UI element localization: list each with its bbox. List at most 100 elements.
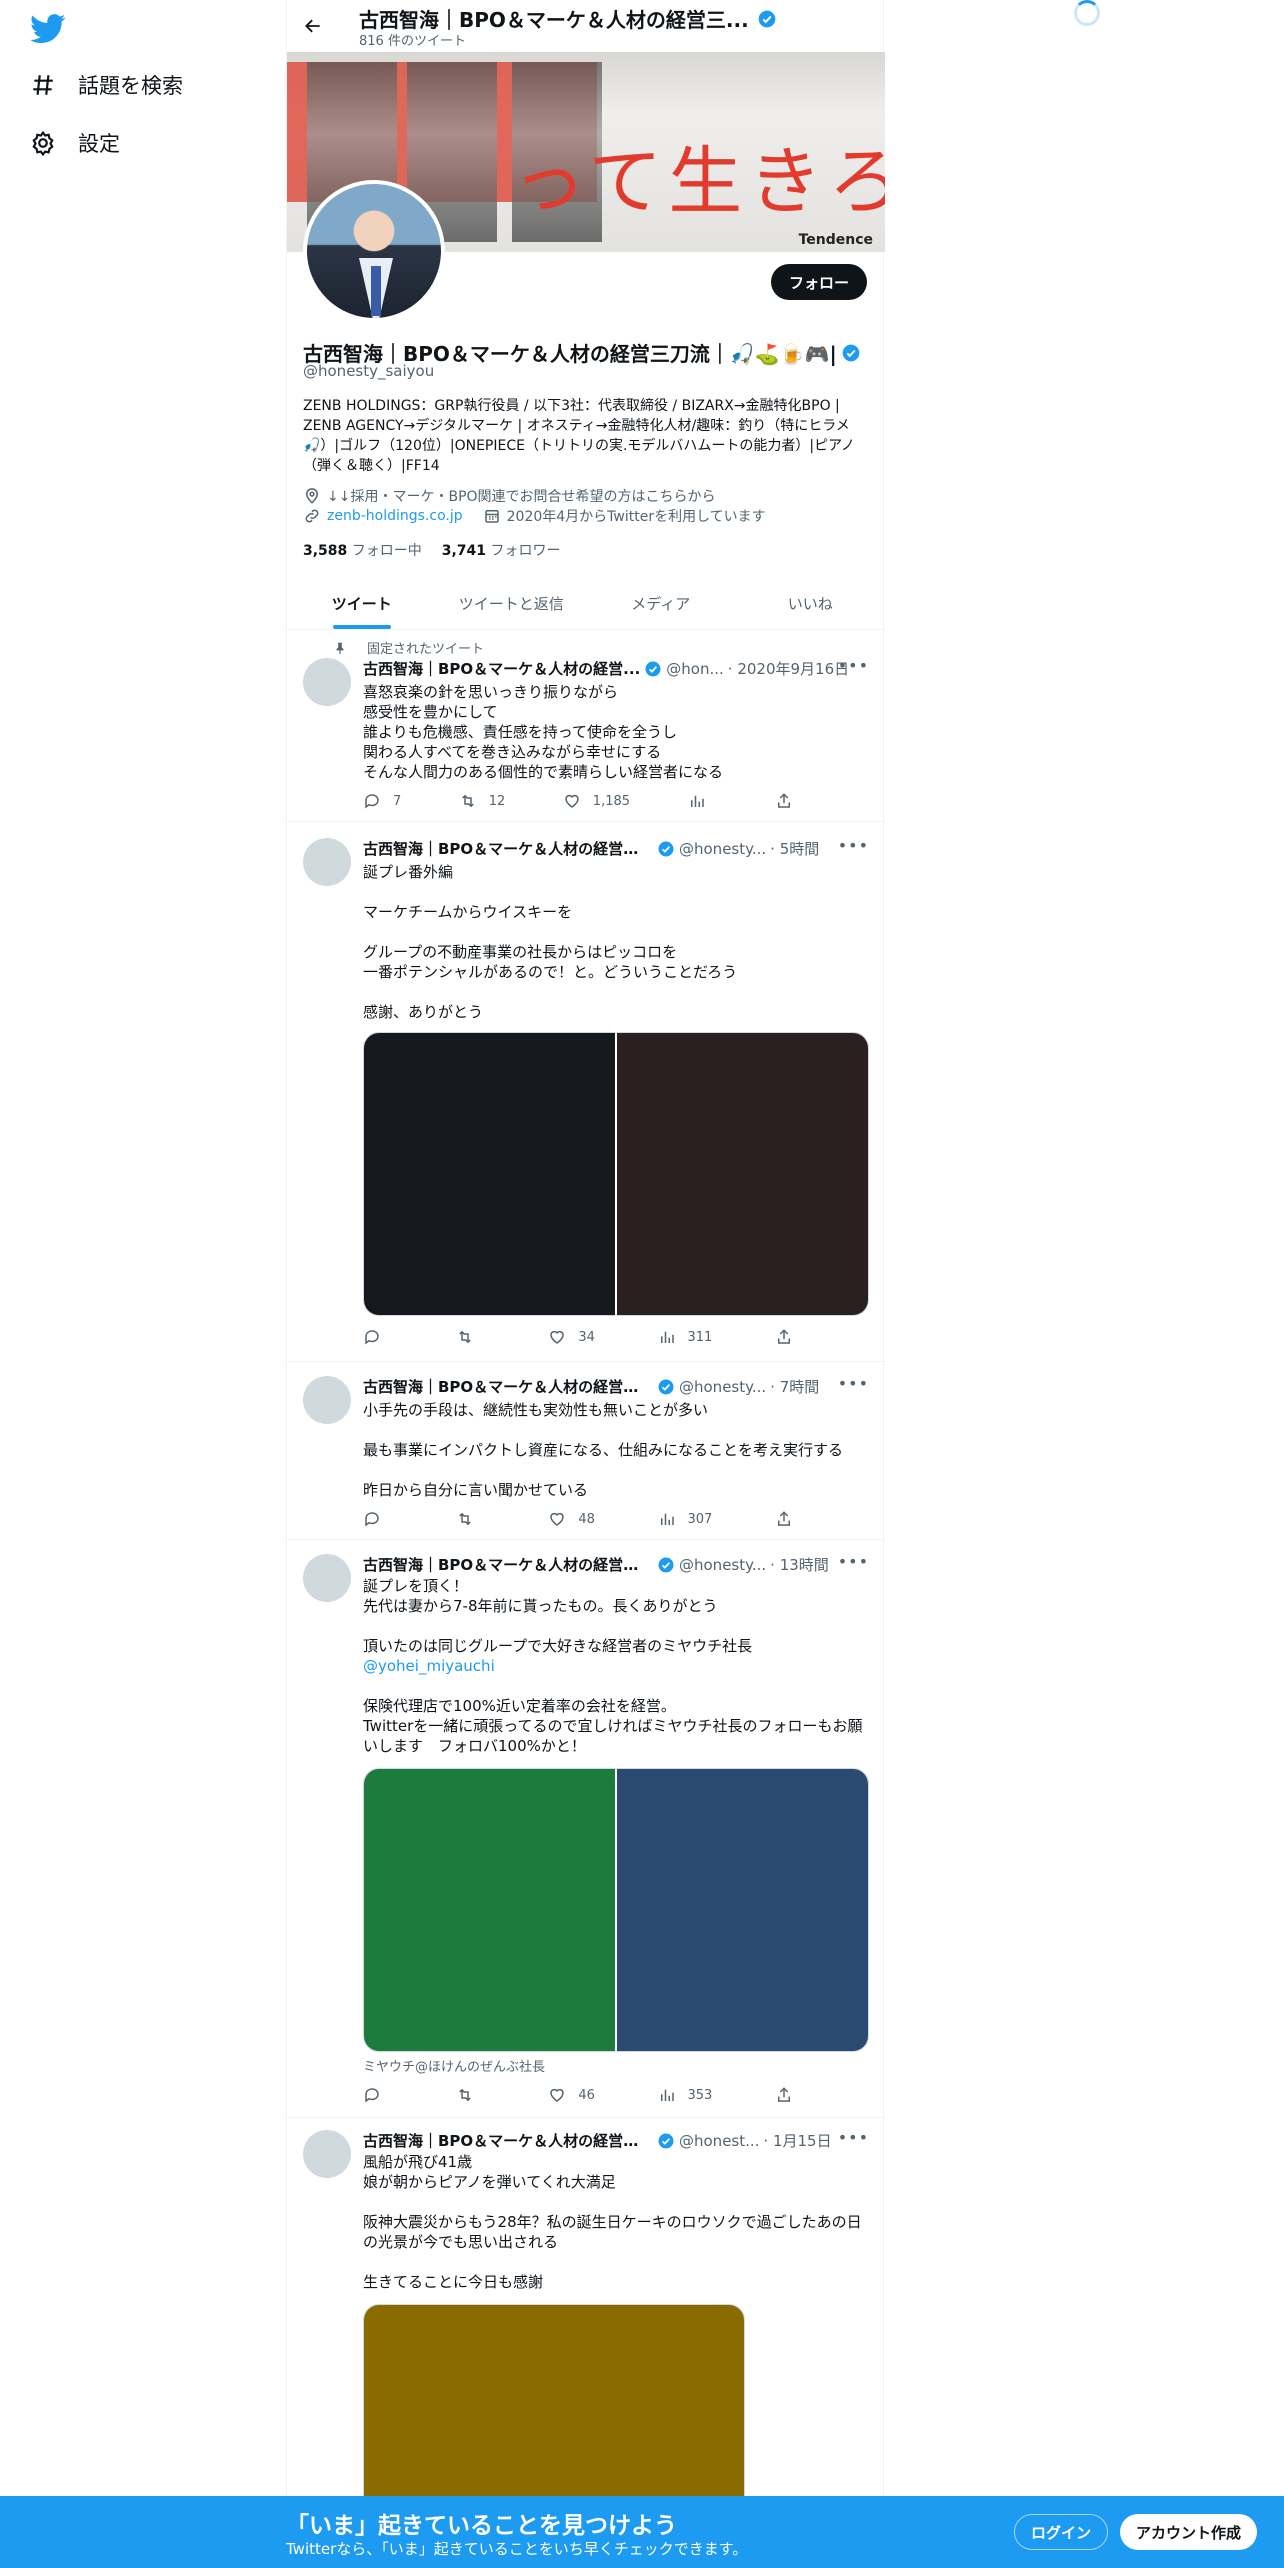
location-pin-icon <box>305 488 319 504</box>
pin-icon <box>336 642 344 654</box>
share-button[interactable] <box>775 1510 793 1528</box>
link-icon <box>305 509 319 523</box>
more-options-icon[interactable]: ••• <box>838 836 869 855</box>
profile-website-link[interactable]: zenb-holdings.co.jp <box>327 508 463 524</box>
share-icon <box>778 1329 790 1344</box>
share-icon <box>777 793 790 808</box>
bar-chart-icon <box>660 1331 674 1343</box>
share-button[interactable] <box>775 2086 793 2104</box>
tweet-header: 古西智海｜BPO＆マーケ＆人材の経営三刀... @honesty... · 7時… <box>363 1376 873 1397</box>
tweet-author-name[interactable]: 古西智海｜BPO＆マーケ＆人材の経営三刀... <box>363 1554 653 1575</box>
nav-explore[interactable]: 話題を検索 <box>30 70 183 100</box>
tweet-author-handle[interactable]: @honesty... <box>679 840 766 858</box>
more-options-icon[interactable]: ••• <box>838 2128 869 2147</box>
tweet-header: 古西智海｜BPO＆マーケ＆人材の経営... @hon... · 2020年9月1… <box>363 658 873 679</box>
following-link[interactable]: 3,588 フォロー中 <box>303 540 422 560</box>
heart-icon <box>550 1512 565 1526</box>
tweet-time[interactable]: · 13時間 <box>770 1554 829 1575</box>
tweet-author-name[interactable]: 古西智海｜BPO＆マーケ＆人材の経営三刀... <box>363 838 653 859</box>
more-options-icon[interactable]: ••• <box>838 1374 869 1393</box>
tweet-actions: 48 307 <box>363 1510 793 1528</box>
media-image[interactable] <box>617 1033 868 1315</box>
tweet[interactable]: 古西智海｜BPO＆マーケ＆人材の経営三刀... @honesty... · 7時… <box>287 1362 885 1540</box>
media-image[interactable] <box>364 1769 615 2051</box>
tweet-avatar[interactable] <box>303 1376 351 1424</box>
retweet-button[interactable] <box>456 2086 486 2104</box>
retweet-icon <box>458 2088 471 2102</box>
signup-button[interactable]: アカウント作成 <box>1120 2514 1258 2550</box>
profile-location-text: ↓↓採用・マーケ・BPO関連でお問合せ希望の方はこちらから <box>327 489 716 505</box>
tweet-time[interactable]: · 5時間 <box>770 838 819 859</box>
tweet-media[interactable] <box>363 1768 869 2052</box>
tweet-actions: 46 353 <box>363 2086 793 2104</box>
tweet-author-name[interactable]: 古西智海｜BPO＆マーケ＆人材の経営三刀... <box>363 2130 653 2151</box>
nav-settings[interactable]: 設定 <box>30 128 120 158</box>
tweet-pinned[interactable]: 固定されたツイート 古西智海｜BPO＆マーケ＆人材の経営... @hon... … <box>287 630 885 822</box>
tweet-media[interactable] <box>363 1032 869 1316</box>
tweet-header: 古西智海｜BPO＆マーケ＆人材の経営三刀... @honesty... · 5時… <box>363 838 873 859</box>
banner-brand: Tendence <box>798 232 873 248</box>
calendar-icon <box>484 510 499 523</box>
tweet-author-name[interactable]: 古西智海｜BPO＆マーケ＆人材の経営三刀... <box>363 1376 653 1397</box>
verified-badge-icon <box>758 10 776 27</box>
views-button[interactable]: 311 <box>658 1328 712 1346</box>
verified-badge-icon <box>658 841 674 856</box>
retweet-button[interactable] <box>456 1510 486 1528</box>
bar-chart-icon <box>690 795 704 807</box>
tweet-author-handle[interactable]: @honest... <box>679 2132 759 2150</box>
reply-button[interactable]: 7 <box>363 792 401 810</box>
tweet-avatar[interactable] <box>303 2130 351 2178</box>
reply-button[interactable] <box>363 1510 393 1528</box>
mention-link[interactable]: @yohei_miyauchi <box>363 1657 495 1675</box>
reply-button[interactable] <box>363 1328 393 1346</box>
share-button[interactable] <box>775 792 793 810</box>
tweet[interactable]: 古西智海｜BPO＆マーケ＆人材の経営三刀... @honesty... · 5時… <box>287 822 885 1362</box>
tweet-time[interactable]: · 7時間 <box>770 1376 819 1397</box>
media-image[interactable] <box>364 1033 615 1315</box>
tab-tweets[interactable]: ツイート <box>287 578 437 629</box>
media-image[interactable] <box>617 1769 868 2051</box>
reply-button[interactable] <box>363 2086 393 2104</box>
profile-location: ↓↓採用・マーケ・BPO関連でお問合せ希望の方はこちらから <box>303 486 716 506</box>
tweet-author-handle[interactable]: @honesty... <box>679 1378 766 1396</box>
share-button[interactable] <box>775 1328 793 1346</box>
tweet-author-handle[interactable]: @honesty... <box>679 1556 766 1574</box>
tweet-avatar[interactable] <box>303 1554 351 1602</box>
views-button[interactable]: 307 <box>658 1510 712 1528</box>
arrow-left-icon <box>305 19 320 33</box>
login-button[interactable]: ログイン <box>1014 2514 1109 2550</box>
follow-button[interactable]: フォロー <box>770 264 867 300</box>
more-options-icon[interactable]: ••• <box>838 656 869 675</box>
views-button[interactable]: 353 <box>658 2086 712 2104</box>
tab-tweets-and-replies[interactable]: ツイートと返信 <box>437 578 587 629</box>
tweet-actions: 34 311 <box>363 1328 793 1346</box>
retweet-icon <box>458 1512 471 1526</box>
profile-column: 古西智海｜BPO＆マーケ＆人材の経営三... 816 件のツイート って生きろや… <box>286 0 886 2568</box>
profile-avatar[interactable] <box>303 180 445 322</box>
tweet[interactable]: 古西智海｜BPO＆マーケ＆人材の経営三刀... @honesty... · 13… <box>287 1540 885 2118</box>
tweet-time[interactable]: · 1月15日 <box>763 2130 831 2151</box>
tab-media[interactable]: メディア <box>586 578 736 629</box>
views-button[interactable] <box>688 792 718 810</box>
followers-link[interactable]: 3,741 フォロワー <box>442 540 561 560</box>
tweet-avatar[interactable] <box>303 838 351 886</box>
tab-likes[interactable]: いいね <box>736 578 886 629</box>
like-button[interactable]: 1,185 <box>563 792 630 810</box>
profile-header-bar: 古西智海｜BPO＆マーケ＆人材の経営三... 816 件のツイート <box>287 0 885 52</box>
media-caption[interactable]: ミヤウチ@ほけんのぜんぶ社長 <box>363 2056 545 2075</box>
tweet-time[interactable]: · 2020年9月16日 <box>728 658 849 679</box>
like-button[interactable]: 46 <box>548 2086 595 2104</box>
tweet-text: 喜怒哀楽の針を思いっきり振りながら 感受性を豊かにして 誰よりも危機感、責任感を… <box>363 683 724 781</box>
tweet-avatar[interactable] <box>303 658 351 706</box>
tweet-author-handle[interactable]: @hon... <box>666 660 724 678</box>
twitter-logo-icon[interactable] <box>30 14 66 44</box>
like-button[interactable]: 34 <box>548 1328 595 1346</box>
retweet-button[interactable]: 12 <box>459 792 505 810</box>
more-options-icon[interactable]: ••• <box>838 1552 869 1571</box>
tweet-author-name[interactable]: 古西智海｜BPO＆マーケ＆人材の経営... <box>363 658 640 679</box>
heart-icon <box>550 1330 565 1344</box>
retweet-button[interactable] <box>456 1328 486 1346</box>
like-button[interactable]: 48 <box>548 1510 595 1528</box>
hashtag-icon <box>33 75 53 95</box>
back-button[interactable] <box>299 12 327 40</box>
